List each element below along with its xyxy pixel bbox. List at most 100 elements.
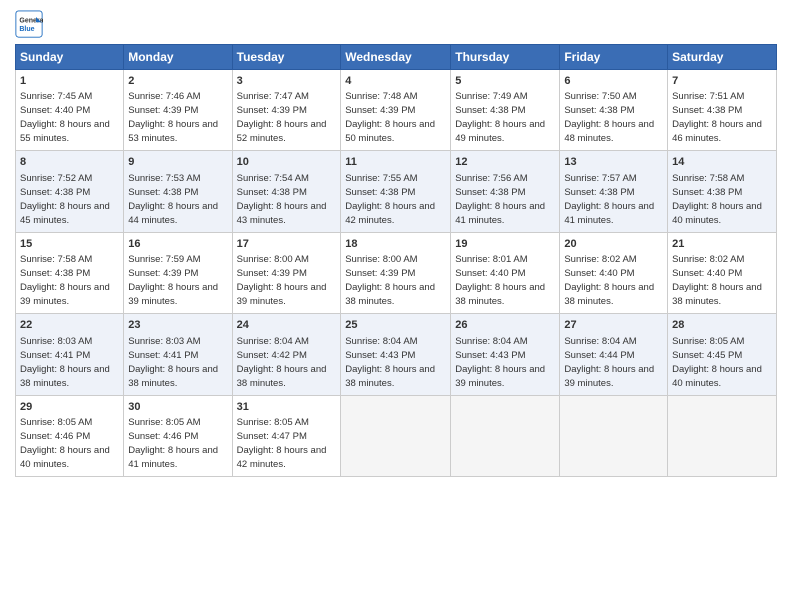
day-info: Sunrise: 8:05 AMSunset: 4:45 PMDaylight:… [672, 336, 762, 389]
day-number: 26 [455, 318, 555, 333]
day-number: 28 [672, 318, 772, 333]
calendar-cell: 5 Sunrise: 7:49 AMSunset: 4:38 PMDaylight… [451, 70, 560, 151]
svg-text:Blue: Blue [19, 26, 34, 33]
calendar-cell [560, 395, 668, 476]
day-info: Sunrise: 8:01 AMSunset: 4:40 PMDaylight:… [455, 254, 545, 307]
day-info: Sunrise: 8:04 AMSunset: 4:43 PMDaylight:… [455, 336, 545, 389]
day-info: Sunrise: 8:02 AMSunset: 4:40 PMDaylight:… [564, 254, 654, 307]
calendar-week-4: 22 Sunrise: 8:03 AMSunset: 4:41 PMDayligh… [16, 314, 777, 395]
day-info: Sunrise: 7:47 AMSunset: 4:39 PMDaylight:… [237, 91, 327, 144]
calendar-cell: 3 Sunrise: 7:47 AMSunset: 4:39 PMDaylight… [232, 70, 341, 151]
day-number: 9 [128, 155, 227, 170]
day-number: 5 [455, 74, 555, 89]
day-number: 24 [237, 318, 337, 333]
calendar-cell: 8 Sunrise: 7:52 AMSunset: 4:38 PMDaylight… [16, 151, 124, 232]
day-number: 30 [128, 400, 227, 415]
calendar-week-1: 1 Sunrise: 7:45 AMSunset: 4:40 PMDaylight… [16, 70, 777, 151]
day-number: 17 [237, 237, 337, 252]
day-info: Sunrise: 7:55 AMSunset: 4:38 PMDaylight:… [345, 173, 435, 226]
calendar-cell: 22 Sunrise: 8:03 AMSunset: 4:41 PMDayligh… [16, 314, 124, 395]
calendar-cell: 12 Sunrise: 7:56 AMSunset: 4:38 PMDayligh… [451, 151, 560, 232]
calendar-cell: 25 Sunrise: 8:04 AMSunset: 4:43 PMDayligh… [341, 314, 451, 395]
day-number: 11 [345, 155, 446, 170]
day-info: Sunrise: 7:50 AMSunset: 4:38 PMDaylight:… [564, 91, 654, 144]
day-number: 14 [672, 155, 772, 170]
day-number: 25 [345, 318, 446, 333]
day-info: Sunrise: 7:57 AMSunset: 4:38 PMDaylight:… [564, 173, 654, 226]
calendar-cell: 30 Sunrise: 8:05 AMSunset: 4:46 PMDayligh… [124, 395, 232, 476]
day-number: 15 [20, 237, 119, 252]
calendar-cell: 20Sunrise: 8:02 AMSunset: 4:40 PMDayligh… [560, 232, 668, 313]
calendar-cell: 27 Sunrise: 8:04 AMSunset: 4:44 PMDayligh… [560, 314, 668, 395]
day-info: Sunrise: 7:52 AMSunset: 4:38 PMDaylight:… [20, 173, 110, 226]
day-info: Sunrise: 7:56 AMSunset: 4:38 PMDaylight:… [455, 173, 545, 226]
calendar-cell: 23Sunrise: 8:03 AMSunset: 4:41 PMDayligh… [124, 314, 232, 395]
calendar-week-2: 8 Sunrise: 7:52 AMSunset: 4:38 PMDaylight… [16, 151, 777, 232]
calendar-cell: 7 Sunrise: 7:51 AMSunset: 4:38 PMDaylight… [668, 70, 777, 151]
day-info: Sunrise: 7:58 AMSunset: 4:38 PMDaylight:… [672, 173, 762, 226]
day-number: 13 [564, 155, 663, 170]
page: General Blue SundayMondayTuesdayWednesda… [0, 0, 792, 612]
calendar-cell: 16 Sunrise: 7:59 AMSunset: 4:39 PMDayligh… [124, 232, 232, 313]
calendar-cell: 11 Sunrise: 7:55 AMSunset: 4:38 PMDayligh… [341, 151, 451, 232]
day-number: 27 [564, 318, 663, 333]
day-info: Sunrise: 8:04 AMSunset: 4:44 PMDaylight:… [564, 336, 654, 389]
calendar-cell: 17 Sunrise: 8:00 AMSunset: 4:39 PMDayligh… [232, 232, 341, 313]
day-info: Sunrise: 7:45 AMSunset: 4:40 PMDaylight:… [20, 91, 110, 144]
calendar-cell: 29Sunrise: 8:05 AMSunset: 4:46 PMDayligh… [16, 395, 124, 476]
day-number: 16 [128, 237, 227, 252]
calendar-table: SundayMondayTuesdayWednesdayThursdayFrid… [15, 44, 777, 477]
calendar-cell [451, 395, 560, 476]
calendar-cell: 21Sunrise: 8:02 AMSunset: 4:40 PMDayligh… [668, 232, 777, 313]
calendar-cell: 2 Sunrise: 7:46 AMSunset: 4:39 PMDaylight… [124, 70, 232, 151]
day-number: 31 [237, 400, 337, 415]
header: General Blue [15, 10, 777, 38]
day-number: 8 [20, 155, 119, 170]
day-info: Sunrise: 8:04 AMSunset: 4:42 PMDaylight:… [237, 336, 327, 389]
calendar-cell: 4 Sunrise: 7:48 AMSunset: 4:39 PMDaylight… [341, 70, 451, 151]
calendar-cell: 14 Sunrise: 7:58 AMSunset: 4:38 PMDayligh… [668, 151, 777, 232]
day-info: Sunrise: 7:46 AMSunset: 4:39 PMDaylight:… [128, 91, 218, 144]
day-number: 7 [672, 74, 772, 89]
calendar-week-5: 29Sunrise: 8:05 AMSunset: 4:46 PMDayligh… [16, 395, 777, 476]
calendar-cell: 26 Sunrise: 8:04 AMSunset: 4:43 PMDayligh… [451, 314, 560, 395]
day-number: 19 [455, 237, 555, 252]
calendar-cell: 9Sunrise: 7:53 AMSunset: 4:38 PMDaylight… [124, 151, 232, 232]
day-info: Sunrise: 8:04 AMSunset: 4:43 PMDaylight:… [345, 336, 435, 389]
day-number: 1 [20, 74, 119, 89]
calendar-cell: 19 Sunrise: 8:01 AMSunset: 4:40 PMDayligh… [451, 232, 560, 313]
calendar-week-3: 15 Sunrise: 7:58 AMSunset: 4:38 PMDayligh… [16, 232, 777, 313]
day-number: 12 [455, 155, 555, 170]
calendar-cell: 6Sunrise: 7:50 AMSunset: 4:38 PMDaylight… [560, 70, 668, 151]
calendar-cell: 1 Sunrise: 7:45 AMSunset: 4:40 PMDaylight… [16, 70, 124, 151]
day-info: Sunrise: 8:05 AMSunset: 4:46 PMDaylight:… [128, 417, 218, 470]
calendar-cell: 10 Sunrise: 7:54 AMSunset: 4:38 PMDayligh… [232, 151, 341, 232]
day-info: Sunrise: 7:54 AMSunset: 4:38 PMDaylight:… [237, 173, 327, 226]
calendar-header-wednesday: Wednesday [341, 45, 451, 70]
day-info: Sunrise: 8:03 AMSunset: 4:41 PMDaylight:… [20, 336, 110, 389]
day-number: 3 [237, 74, 337, 89]
day-number: 4 [345, 74, 446, 89]
day-info: Sunrise: 7:59 AMSunset: 4:39 PMDaylight:… [128, 254, 218, 307]
calendar-cell [668, 395, 777, 476]
day-info: Sunrise: 7:49 AMSunset: 4:38 PMDaylight:… [455, 91, 545, 144]
day-info: Sunrise: 7:48 AMSunset: 4:39 PMDaylight:… [345, 91, 435, 144]
day-number: 23 [128, 318, 227, 333]
calendar-cell: 31 Sunrise: 8:05 AMSunset: 4:47 PMDayligh… [232, 395, 341, 476]
day-info: Sunrise: 8:00 AMSunset: 4:39 PMDaylight:… [237, 254, 327, 307]
calendar-cell [341, 395, 451, 476]
day-number: 10 [237, 155, 337, 170]
calendar-cell: 24 Sunrise: 8:04 AMSunset: 4:42 PMDayligh… [232, 314, 341, 395]
day-info: Sunrise: 8:05 AMSunset: 4:47 PMDaylight:… [237, 417, 327, 470]
day-info: Sunrise: 8:05 AMSunset: 4:46 PMDaylight:… [20, 417, 110, 470]
calendar-header-row: SundayMondayTuesdayWednesdayThursdayFrid… [16, 45, 777, 70]
day-info: Sunrise: 7:51 AMSunset: 4:38 PMDaylight:… [672, 91, 762, 144]
calendar-header-monday: Monday [124, 45, 232, 70]
day-info: Sunrise: 7:58 AMSunset: 4:38 PMDaylight:… [20, 254, 110, 307]
day-number: 2 [128, 74, 227, 89]
calendar-header-sunday: Sunday [16, 45, 124, 70]
day-number: 22 [20, 318, 119, 333]
logo: General Blue [15, 10, 47, 38]
calendar-header-saturday: Saturday [668, 45, 777, 70]
calendar-cell: 13 Sunrise: 7:57 AMSunset: 4:38 PMDayligh… [560, 151, 668, 232]
